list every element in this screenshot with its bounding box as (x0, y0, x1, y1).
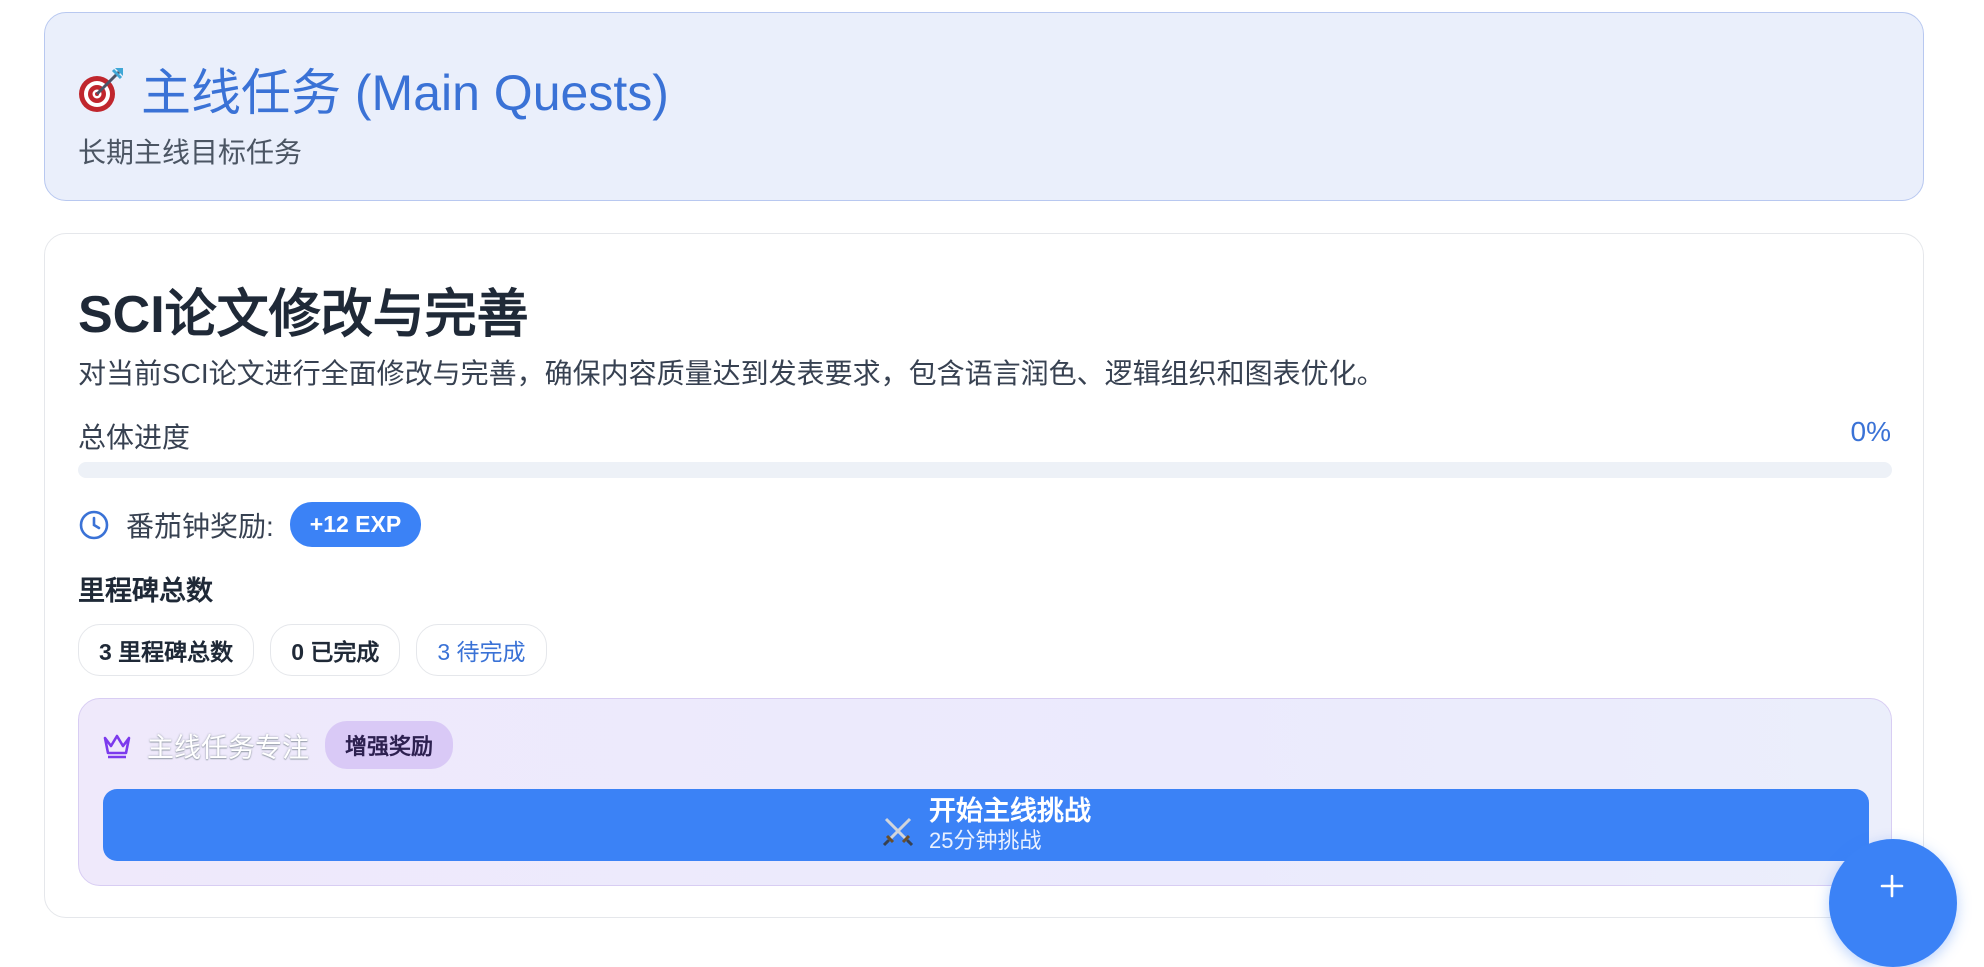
target-icon (79, 68, 123, 112)
crown-icon (103, 734, 131, 759)
milestone-pending-chip: 3 待完成 (416, 624, 547, 676)
section-title-text: 主线任务 (Main Quests) (141, 65, 669, 121)
reward-label: 番茄钟奖励: (126, 510, 274, 542)
exp-badge: +12 EXP (289, 502, 422, 547)
challenge-button-text: 开始主线挑战 25分钟挑战 (929, 795, 1091, 855)
focus-panel: 主线任务专注 增强奖励 开始主线挑战 25分钟挑战 (78, 698, 1892, 886)
progress-label: 总体进度 (78, 422, 191, 453)
quest-description: 对当前SCI论文进行全面修改与完善，确保内容质量达到发表要求，包含语言润色、逻辑… (78, 358, 1385, 389)
progress-bar (78, 462, 1892, 478)
milestone-total-chip: 3 里程碑总数 (78, 624, 255, 676)
milestone-done-chip: 0 已完成 (270, 624, 401, 676)
add-quest-fab[interactable] (1829, 839, 1957, 967)
crossed-swords-icon (882, 817, 914, 847)
milestone-heading: 里程碑总数 (78, 576, 213, 606)
quest-title: SCI论文修改与完善 (78, 286, 529, 344)
plus-icon (1880, 874, 1904, 898)
section-title: 主线任务 (Main Quests) (77, 53, 669, 125)
focus-header: 主线任务专注 增强奖励 (101, 721, 454, 769)
challenge-button-sublabel: 25分钟挑战 (929, 828, 1042, 853)
section-subtitle: 长期主线目标任务 (78, 137, 303, 168)
main-quests-header: 主线任务 (Main Quests) 长期主线目标任务 (44, 12, 1924, 201)
focus-title: 主线任务专注 (147, 732, 309, 763)
progress-percent: 0% (1850, 416, 1891, 447)
start-challenge-button[interactable]: 开始主线挑战 25分钟挑战 (103, 789, 1869, 861)
clock-icon (79, 510, 109, 539)
pomodoro-reward-row: 番茄钟奖励: +12 EXP (78, 502, 422, 547)
quest-card[interactable]: SCI论文修改与完善 对当前SCI论文进行全面修改与完善，确保内容质量达到发表要… (44, 233, 1924, 918)
enhanced-reward-badge: 增强奖励 (325, 721, 454, 769)
challenge-button-label: 开始主线挑战 (929, 796, 1091, 826)
milestone-stats: 3 里程碑总数 0 已完成 3 待完成 (78, 624, 547, 676)
